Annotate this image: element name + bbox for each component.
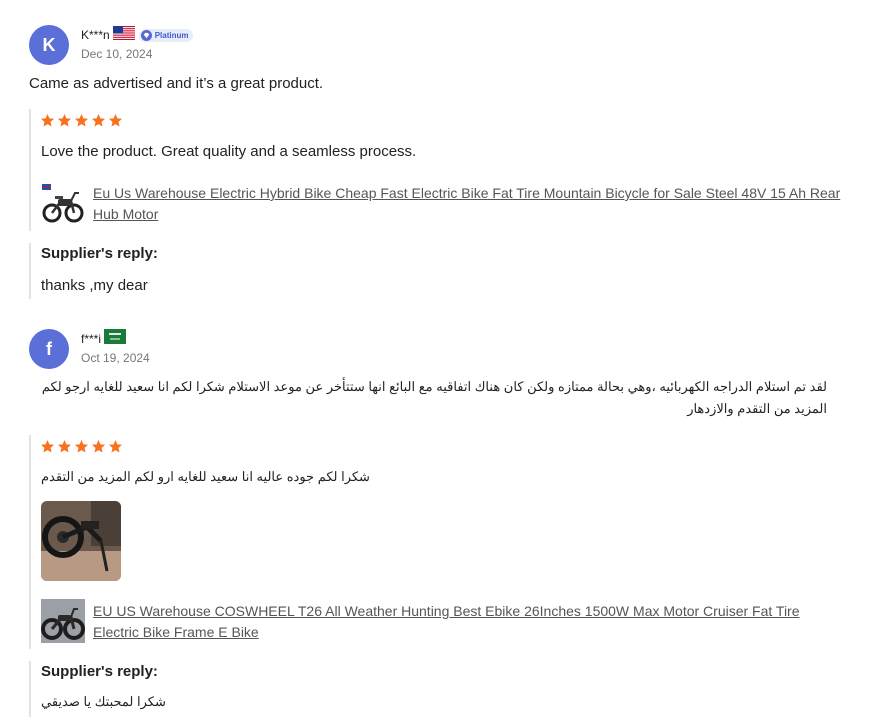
star-rating bbox=[40, 439, 123, 454]
product-link[interactable]: Eu Us Warehouse Electric Hybrid Bike Che… bbox=[93, 183, 843, 225]
review-comment: لقد تم استلام الدراجه الكهربائيه ،وهي بح… bbox=[41, 379, 827, 416]
star-icon bbox=[74, 113, 89, 127]
rating-block: شكرا لكم جوده عاليه انا سعيد للغايه ارو … bbox=[29, 435, 847, 649]
rating-comment: Love the product. Great quality and a se… bbox=[41, 143, 417, 160]
product-link[interactable]: EU US Warehouse COSWHEEL T26 All Weather… bbox=[93, 601, 843, 643]
supplier-reply-label: Supplier's reply: bbox=[41, 245, 158, 262]
star-icon bbox=[108, 439, 123, 453]
badge-label: Platinum bbox=[154, 30, 189, 40]
star-icon bbox=[57, 113, 72, 127]
star-icon bbox=[108, 113, 123, 127]
supplier-reply-label: Supplier's reply: bbox=[41, 663, 158, 680]
saudi-flag-icon bbox=[104, 329, 127, 349]
review-photo[interactable] bbox=[41, 501, 121, 581]
reviewer-name: f***i bbox=[81, 332, 102, 346]
star-icon bbox=[74, 439, 89, 453]
diamond-icon bbox=[140, 29, 152, 41]
review-date: Dec 10, 2024 bbox=[81, 47, 153, 61]
supplier-reply-text: thanks ,my dear bbox=[41, 277, 148, 294]
platinum-badge: Platinum bbox=[138, 28, 194, 42]
cruiser-bike-thumbnail[interactable] bbox=[41, 599, 85, 643]
supplier-reply-text: شكرا لمحبتك يا صديقي bbox=[41, 694, 166, 709]
rating-comment: شكرا لكم جوده عاليه انا سعيد للغايه ارو … bbox=[41, 469, 370, 484]
avatar-letter: K bbox=[42, 34, 56, 55]
us-flag-icon bbox=[112, 25, 135, 45]
star-icon bbox=[91, 439, 106, 453]
supplier-reply-block: Supplier's reply: thanks ,my dear bbox=[29, 243, 847, 299]
star-icon bbox=[40, 113, 55, 127]
rating-block: Love the product. Great quality and a se… bbox=[29, 109, 847, 231]
star-icon bbox=[91, 113, 106, 127]
review-date: Oct 19, 2024 bbox=[81, 351, 150, 365]
electric-bike-thumbnail[interactable] bbox=[41, 181, 85, 225]
reviewer-info: K***n Platinum bbox=[81, 25, 194, 45]
star-icon bbox=[57, 439, 72, 453]
supplier-reply-block: Supplier's reply: شكرا لمحبتك يا صديقي bbox=[29, 661, 847, 717]
avatar: K bbox=[29, 25, 69, 65]
reviewer-name: K***n bbox=[81, 28, 110, 42]
star-rating bbox=[40, 113, 123, 128]
star-icon bbox=[40, 439, 55, 453]
reviewer-info: f***i bbox=[81, 329, 127, 349]
avatar-letter: f bbox=[46, 338, 52, 359]
review-comment: Came as advertised and it’s a great prod… bbox=[29, 75, 324, 92]
avatar: f bbox=[29, 329, 69, 369]
